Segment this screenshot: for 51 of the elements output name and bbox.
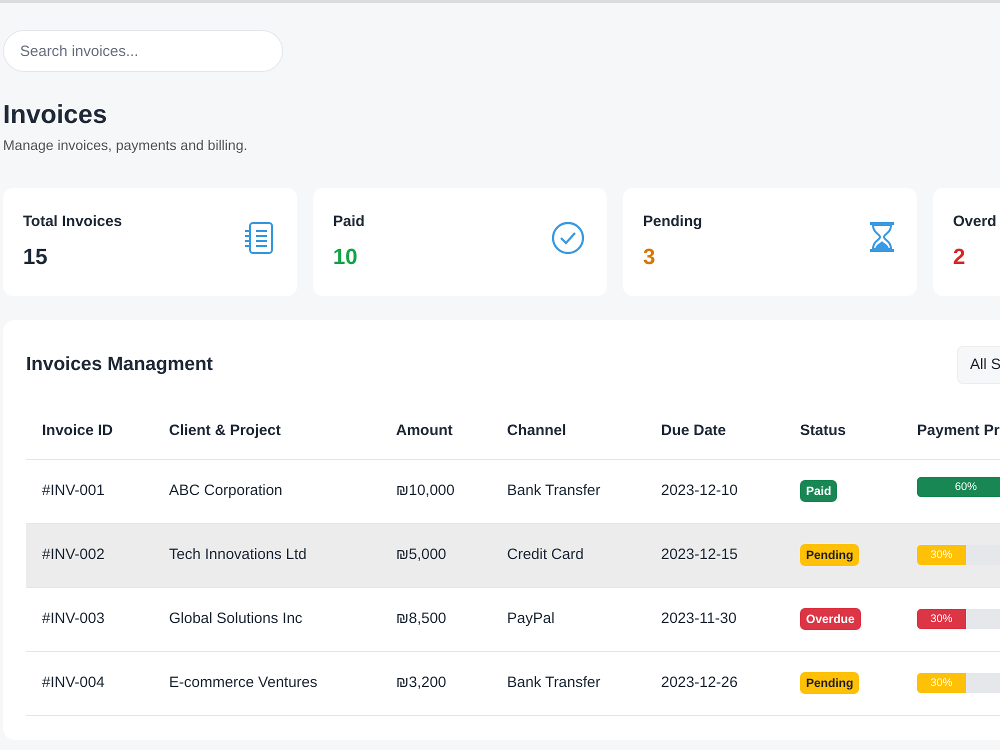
table-cell: 2023-12-26 — [661, 674, 738, 691]
table-cell: ₪10,000 — [396, 482, 455, 499]
table-cell: PayPal — [507, 610, 555, 627]
progress-fill: 30% — [917, 673, 966, 693]
search-field[interactable]: Search invoices... — [3, 30, 283, 72]
stat-label: Overd — [953, 212, 996, 232]
column-header: Amount — [396, 422, 453, 439]
column-header: Client & Project — [169, 422, 281, 439]
stat-value: 10 — [333, 242, 358, 270]
table-cell: Tech Innovations Ltd — [169, 546, 307, 563]
table-cell: ₪5,000 — [396, 546, 446, 563]
stat-label: Pending — [643, 212, 702, 232]
table-cell: ABC Corporation — [169, 482, 282, 499]
table-cell: Bank Transfer — [507, 674, 600, 691]
progress-fill: 30% — [917, 609, 966, 629]
check-circle-icon — [551, 221, 585, 255]
table-cell: Global Solutions Inc — [169, 610, 302, 627]
table-cell: E-commerce Ventures — [169, 674, 318, 691]
section-title: Invoices Managment — [26, 352, 213, 377]
status-filter[interactable]: All S — [957, 346, 1000, 384]
stat-value: 3 — [643, 242, 656, 270]
table-cell: #INV-001 — [42, 482, 105, 499]
status-badge: Paid — [800, 480, 838, 502]
table-cell: 2023-12-15 — [661, 546, 738, 563]
page-title: Invoices — [3, 98, 108, 131]
column-header: Channel — [507, 422, 566, 439]
table-cell: ₪3,200 — [396, 674, 446, 691]
table-cell: #INV-002 — [42, 546, 105, 563]
column-header: Payment Pr — [917, 422, 1000, 439]
table-cell: Bank Transfer — [507, 482, 600, 499]
table-cell: 2023-12-10 — [661, 482, 738, 499]
notebook-icon — [243, 221, 275, 255]
column-header: Due Date — [661, 422, 726, 439]
status-badge: Pending — [800, 672, 860, 694]
stat-value: 15 — [23, 242, 48, 270]
status-badge: Overdue — [800, 608, 861, 630]
hourglass-icon — [869, 221, 895, 253]
stat-value: 2 — [953, 242, 966, 270]
stat-label: Paid — [333, 212, 365, 232]
page-subtitle: Manage invoices, payments and billing. — [3, 136, 248, 155]
column-header: Status — [800, 422, 846, 439]
table-cell: ₪8,500 — [396, 610, 446, 627]
table-cell: #INV-004 — [42, 674, 105, 691]
progress-fill: 60% — [917, 477, 1000, 497]
column-header: Invoice ID — [42, 422, 113, 439]
status-badge: Pending — [800, 544, 860, 566]
progress-fill: 30% — [917, 545, 966, 565]
stat-label: Total Invoices — [23, 212, 122, 232]
table-cell: Credit Card — [507, 546, 584, 563]
table-cell: 2023-11-30 — [661, 610, 737, 627]
table-cell: #INV-003 — [42, 610, 105, 627]
